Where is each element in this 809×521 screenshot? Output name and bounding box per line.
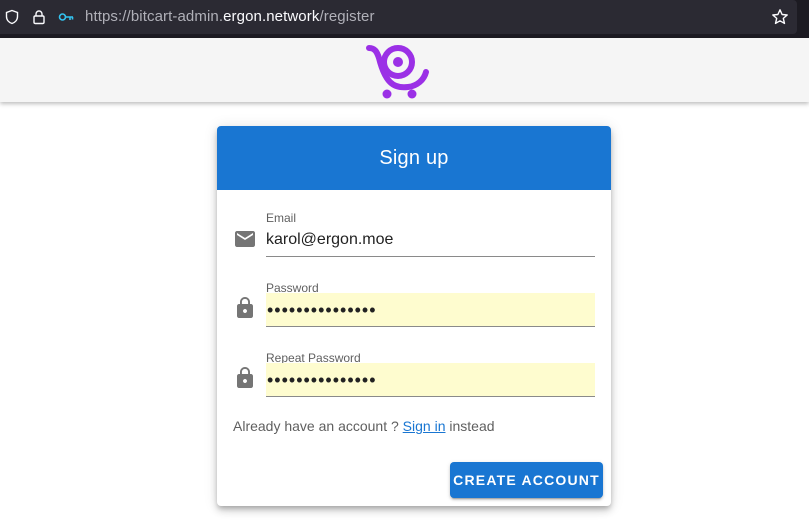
- email-icon: [235, 231, 255, 247]
- lock-icon: [237, 297, 253, 318]
- signup-card: Sign up Email karol@ergon.moe Password •…: [217, 126, 611, 506]
- card-title: Sign up: [217, 126, 611, 190]
- url-path: /register: [319, 8, 375, 25]
- lock-icon[interactable]: [31, 9, 47, 25]
- lock-icon: [237, 367, 253, 388]
- url-domain: ergon.network: [223, 8, 320, 25]
- email-input[interactable]: karol@ergon.moe: [266, 223, 595, 257]
- shield-icon[interactable]: [4, 9, 20, 25]
- signin-link[interactable]: Sign in: [403, 418, 446, 434]
- bitcart-logo[interactable]: [366, 42, 430, 100]
- email-field-group: Email karol@ergon.moe: [217, 202, 611, 262]
- bookmark-star-icon[interactable]: [771, 8, 789, 26]
- key-icon[interactable]: [58, 9, 74, 25]
- browser-toolbar: https://bitcart-admin.ergon.network/regi…: [0, 0, 809, 38]
- password-field-group: Password •••••••••••••••: [217, 272, 611, 332]
- url-text[interactable]: https://bitcart-admin.ergon.network/regi…: [85, 8, 375, 25]
- url-field[interactable]: https://bitcart-admin.ergon.network/regi…: [0, 0, 797, 34]
- password-value: •••••••••••••••: [267, 300, 377, 320]
- password-input[interactable]: •••••••••••••••: [266, 293, 595, 327]
- signin-suffix: instead: [445, 418, 495, 434]
- repeat-password-field-group: Repeat Password •••••••••••••••: [217, 342, 611, 402]
- url-prefix: https://bitcart-admin.: [85, 8, 224, 25]
- create-account-button[interactable]: CREATE ACCOUNT: [450, 462, 603, 498]
- signin-prefix: Already have an account ?: [233, 418, 403, 434]
- signin-prompt: Already have an account ? Sign in instea…: [233, 418, 495, 434]
- repeat-password-input[interactable]: •••••••••••••••: [266, 363, 595, 397]
- repeat-password-value: •••••••••••••••: [267, 370, 377, 390]
- app-header: [0, 38, 809, 102]
